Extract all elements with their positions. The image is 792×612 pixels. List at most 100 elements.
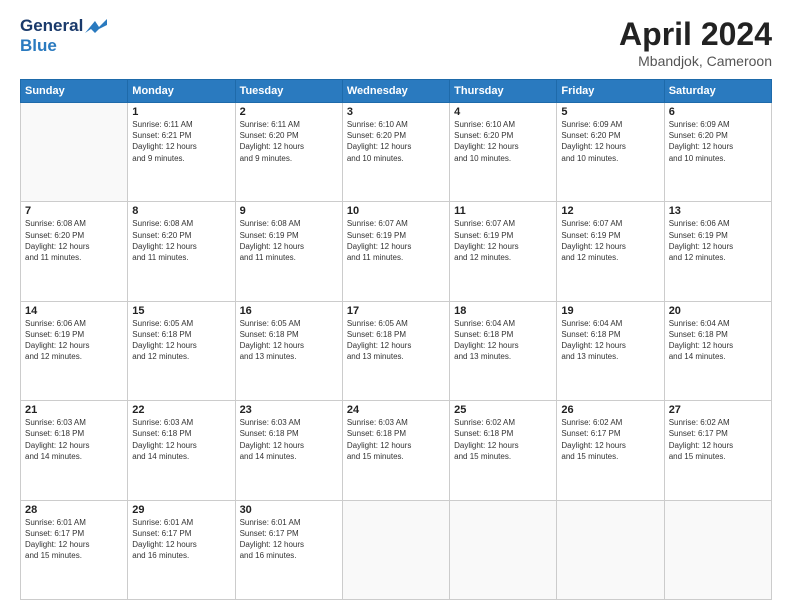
table-row: 30Sunrise: 6:01 AM Sunset: 6:17 PM Dayli…	[235, 500, 342, 599]
day-number: 25	[454, 404, 552, 416]
table-row: 14Sunrise: 6:06 AM Sunset: 6:19 PM Dayli…	[21, 301, 128, 400]
day-number: 9	[240, 205, 338, 217]
table-row: 12Sunrise: 6:07 AM Sunset: 6:19 PM Dayli…	[557, 202, 664, 301]
calendar-header-row: Sunday Monday Tuesday Wednesday Thursday…	[21, 80, 772, 103]
day-info: Sunrise: 6:04 AM Sunset: 6:18 PM Dayligh…	[454, 318, 552, 363]
day-number: 8	[132, 205, 230, 217]
day-number: 26	[561, 404, 659, 416]
calendar-week-row: 1Sunrise: 6:11 AM Sunset: 6:21 PM Daylig…	[21, 103, 772, 202]
day-info: Sunrise: 6:10 AM Sunset: 6:20 PM Dayligh…	[347, 119, 445, 164]
day-info: Sunrise: 6:09 AM Sunset: 6:20 PM Dayligh…	[561, 119, 659, 164]
day-number: 11	[454, 205, 552, 217]
day-info: Sunrise: 6:01 AM Sunset: 6:17 PM Dayligh…	[132, 517, 230, 562]
day-number: 27	[669, 404, 767, 416]
calendar-week-row: 21 Sunrise: 6:03 AM Sunset: 6:18 PM Dayli…	[21, 401, 772, 500]
header-thursday: Thursday	[450, 80, 557, 103]
day-info: Sunrise: 6:02 AM Sunset: 6:17 PM Dayligh…	[561, 417, 659, 462]
table-row: 15Sunrise: 6:05 AM Sunset: 6:18 PM Dayli…	[128, 301, 235, 400]
table-row: 4Sunrise: 6:10 AM Sunset: 6:20 PM Daylig…	[450, 103, 557, 202]
table-row: 7Sunrise: 6:08 AM Sunset: 6:20 PM Daylig…	[21, 202, 128, 301]
day-number: 19	[561, 305, 659, 317]
subtitle: Mbandjok, Cameroon	[619, 53, 772, 69]
day-number: 14	[25, 305, 123, 317]
table-row: 26Sunrise: 6:02 AM Sunset: 6:17 PM Dayli…	[557, 401, 664, 500]
table-row: 2Sunrise: 6:11 AM Sunset: 6:20 PM Daylig…	[235, 103, 342, 202]
day-number: 20	[669, 305, 767, 317]
day-info: Sunrise: 6:03 AM Sunset: 6:18 PM Dayligh…	[347, 417, 445, 462]
header-tuesday: Tuesday	[235, 80, 342, 103]
table-row: 28Sunrise: 6:01 AM Sunset: 6:17 PM Dayli…	[21, 500, 128, 599]
day-info: Sunrise: 6:06 AM Sunset: 6:19 PM Dayligh…	[25, 318, 123, 363]
logo-bird-icon	[85, 19, 107, 35]
day-info: Sunrise: 6:11 AM Sunset: 6:20 PM Dayligh…	[240, 119, 338, 164]
table-row: 23Sunrise: 6:03 AM Sunset: 6:18 PM Dayli…	[235, 401, 342, 500]
day-number: 2	[240, 106, 338, 118]
day-info: Sunrise: 6:02 AM Sunset: 6:18 PM Dayligh…	[454, 417, 552, 462]
day-info: Sunrise: 6:07 AM Sunset: 6:19 PM Dayligh…	[347, 218, 445, 263]
table-row: 20Sunrise: 6:04 AM Sunset: 6:18 PM Dayli…	[664, 301, 771, 400]
day-number: 23	[240, 404, 338, 416]
table-row: 13Sunrise: 6:06 AM Sunset: 6:19 PM Dayli…	[664, 202, 771, 301]
day-info: Sunrise: 6:03 AM Sunset: 6:18 PM Dayligh…	[240, 417, 338, 462]
table-row	[557, 500, 664, 599]
table-row	[664, 500, 771, 599]
table-row: 18Sunrise: 6:04 AM Sunset: 6:18 PM Dayli…	[450, 301, 557, 400]
table-row: 5Sunrise: 6:09 AM Sunset: 6:20 PM Daylig…	[557, 103, 664, 202]
table-row: 10Sunrise: 6:07 AM Sunset: 6:19 PM Dayli…	[342, 202, 449, 301]
table-row: 24Sunrise: 6:03 AM Sunset: 6:18 PM Dayli…	[342, 401, 449, 500]
day-info: Sunrise: 6:05 AM Sunset: 6:18 PM Dayligh…	[347, 318, 445, 363]
table-row: 9Sunrise: 6:08 AM Sunset: 6:19 PM Daylig…	[235, 202, 342, 301]
table-row: 17Sunrise: 6:05 AM Sunset: 6:18 PM Dayli…	[342, 301, 449, 400]
day-info: Sunrise: 6:07 AM Sunset: 6:19 PM Dayligh…	[561, 218, 659, 263]
title-block: April 2024 Mbandjok, Cameroon	[619, 16, 772, 69]
logo-blue-text: Blue	[20, 36, 107, 56]
day-info: Sunrise: 6:09 AM Sunset: 6:20 PM Dayligh…	[669, 119, 767, 164]
day-number: 6	[669, 106, 767, 118]
table-row: 16Sunrise: 6:05 AM Sunset: 6:18 PM Dayli…	[235, 301, 342, 400]
table-row: 11Sunrise: 6:07 AM Sunset: 6:19 PM Dayli…	[450, 202, 557, 301]
table-row: 6Sunrise: 6:09 AM Sunset: 6:20 PM Daylig…	[664, 103, 771, 202]
day-number: 4	[454, 106, 552, 118]
table-row: 1Sunrise: 6:11 AM Sunset: 6:21 PM Daylig…	[128, 103, 235, 202]
table-row: 27Sunrise: 6:02 AM Sunset: 6:17 PM Dayli…	[664, 401, 771, 500]
day-info: Sunrise: 6:03 AM Sunset: 6:18 PM Dayligh…	[132, 417, 230, 462]
table-row: 29Sunrise: 6:01 AM Sunset: 6:17 PM Dayli…	[128, 500, 235, 599]
day-number: 17	[347, 305, 445, 317]
day-info: Sunrise: 6:06 AM Sunset: 6:19 PM Dayligh…	[669, 218, 767, 263]
day-number: 28	[25, 504, 123, 516]
header-friday: Friday	[557, 80, 664, 103]
header: General Blue April 2024 Mbandjok, Camero…	[20, 16, 772, 69]
day-info: Sunrise: 6:08 AM Sunset: 6:20 PM Dayligh…	[25, 218, 123, 263]
calendar-week-row: 28Sunrise: 6:01 AM Sunset: 6:17 PM Dayli…	[21, 500, 772, 599]
table-row	[21, 103, 128, 202]
day-info: Sunrise: 6:01 AM Sunset: 6:17 PM Dayligh…	[240, 517, 338, 562]
table-row: 22Sunrise: 6:03 AM Sunset: 6:18 PM Dayli…	[128, 401, 235, 500]
day-info: Sunrise: 6:02 AM Sunset: 6:17 PM Dayligh…	[669, 417, 767, 462]
day-number: 24	[347, 404, 445, 416]
day-info: Sunrise: 6:07 AM Sunset: 6:19 PM Dayligh…	[454, 218, 552, 263]
header-wednesday: Wednesday	[342, 80, 449, 103]
day-info: Sunrise: 6:04 AM Sunset: 6:18 PM Dayligh…	[561, 318, 659, 363]
table-row	[342, 500, 449, 599]
header-saturday: Saturday	[664, 80, 771, 103]
day-number: 29	[132, 504, 230, 516]
table-row: 8Sunrise: 6:08 AM Sunset: 6:20 PM Daylig…	[128, 202, 235, 301]
day-info: Sunrise: 6:11 AM Sunset: 6:21 PM Dayligh…	[132, 119, 230, 164]
day-number: 5	[561, 106, 659, 118]
day-number: 3	[347, 106, 445, 118]
day-number: 13	[669, 205, 767, 217]
day-number: 1	[132, 106, 230, 118]
logo: General Blue	[20, 16, 107, 55]
day-number: 18	[454, 305, 552, 317]
table-row: 21Sunrise: 6:03 AM Sunset: 6:18 PM Dayli…	[21, 401, 128, 500]
table-row: 3Sunrise: 6:10 AM Sunset: 6:20 PM Daylig…	[342, 103, 449, 202]
day-info: Sunrise: 6:01 AM Sunset: 6:17 PM Dayligh…	[25, 517, 123, 562]
day-number: 21	[25, 404, 123, 416]
day-info: Sunrise: 6:08 AM Sunset: 6:19 PM Dayligh…	[240, 218, 338, 263]
day-info: Sunrise: 6:05 AM Sunset: 6:18 PM Dayligh…	[132, 318, 230, 363]
day-number: 10	[347, 205, 445, 217]
day-number: 16	[240, 305, 338, 317]
header-monday: Monday	[128, 80, 235, 103]
page: General Blue April 2024 Mbandjok, Camero…	[0, 0, 792, 612]
day-info: Sunrise: 6:10 AM Sunset: 6:20 PM Dayligh…	[454, 119, 552, 164]
